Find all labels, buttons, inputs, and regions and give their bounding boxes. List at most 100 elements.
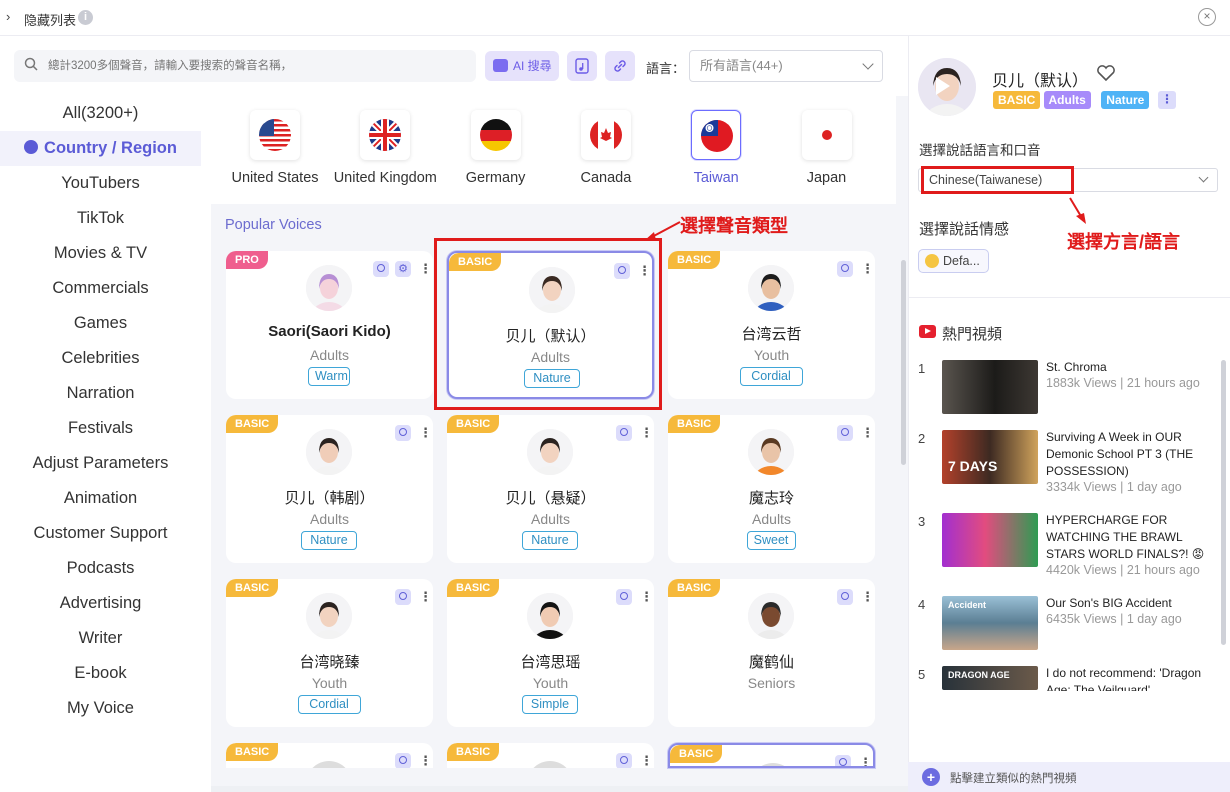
search-icon[interactable] [395,589,411,605]
more-options-icon[interactable]: ⋮ [861,425,874,441]
voice-name: 台湾云哲 [741,326,802,343]
sidebar-item[interactable]: My Voice [0,691,201,726]
create-similar-bar[interactable]: + 點擊建立類似的熱門視頻 [908,762,1230,792]
sidebar-item[interactable]: Games [0,306,201,341]
more-options-icon[interactable]: ⋮ [861,261,874,277]
search-icon[interactable] [616,589,632,605]
sidebar-item[interactable]: TikTok [0,201,201,236]
search-icon[interactable] [837,589,853,605]
sidebar-item-label: Advertising [59,594,142,612]
search-icon[interactable] [395,753,411,768]
voice-name: 魔鹤仙 [748,654,794,671]
main-scrollbar[interactable] [901,260,906,465]
music-file-button[interactable] [567,51,597,81]
more-tags-button[interactable]: ⋮ [1158,91,1176,109]
sidebar-item[interactable]: Celebrities [0,341,201,376]
search-icon[interactable] [616,753,632,768]
voice-name: 台湾思瑶 [520,654,581,671]
plan-badge: PRO [226,251,268,269]
sidebar-item-label: Celebrities [61,349,140,367]
sidebar-item-label: My Voice [67,699,134,717]
video-thumbnail[interactable]: 7 DAYS [942,430,1038,484]
heart-icon[interactable] [1096,64,1116,82]
sidebar-item[interactable]: Movies & TV [0,236,201,271]
voice-card[interactable]: BASIC ⋮ 魔志玲 Adults Sweet [668,415,875,563]
video-title[interactable]: Our Son's BIG Accident [1046,595,1220,612]
video-title[interactable]: Surviving A Week in OUR Demonic School P… [1046,429,1220,480]
video-thumbnail[interactable]: Accident [942,596,1038,650]
voice-card[interactable]: PRO ⚙ ⋮ Saori(Saori Kido) Adults Warm [226,251,433,399]
search-icon [24,57,38,71]
panel-scrollbar[interactable] [1221,360,1226,645]
search-icon[interactable] [373,261,389,277]
country-flag-button[interactable] [250,110,300,160]
sidebar-item[interactable]: Country / Region [0,131,201,166]
video-thumbnail[interactable]: DRAGON AGE [942,666,1038,690]
search-icon[interactable] [835,755,851,766]
info-icon[interactable]: i [78,10,93,25]
country-flag-button[interactable] [801,110,852,160]
more-options-icon[interactable]: ⋮ [640,425,653,441]
language-select[interactable]: 所有語言(44+) [689,50,883,82]
horizontal-scrollbar-track[interactable] [211,786,908,792]
sidebar-item[interactable]: Commercials [0,271,201,306]
voice-card[interactable]: BASIC ⋮ 台湾思瑶 Youth Simple [447,579,654,727]
country-flag-button[interactable] [691,110,742,160]
voice-card[interactable]: BASIC ⋮ 台湾晓臻 Youth Cordial [226,579,433,727]
more-options-icon[interactable]: ⋮ [419,261,432,277]
voice-tag: Nature [1101,91,1150,109]
link-button[interactable] [605,51,635,81]
more-options-icon[interactable]: ⋮ [859,755,872,766]
gear-icon[interactable]: ⚙ [395,261,411,277]
sidebar-item[interactable]: Customer Support [0,516,201,551]
voice-card[interactable]: BASIC ⋮ [226,743,433,768]
sidebar-item[interactable]: Adjust Parameters [0,446,201,481]
search-icon[interactable] [837,425,853,441]
country-flag-button[interactable] [360,110,411,160]
video-title[interactable]: HYPERCHARGE FOR WATCHING THE BRAWL STARS… [1046,512,1220,563]
more-options-icon[interactable]: ⋮ [861,589,874,605]
voice-card[interactable]: BASIC ⋮ [447,743,654,768]
video-thumbnail[interactable] [942,513,1038,567]
video-title[interactable]: St. Chroma [1046,359,1220,376]
canada-flag-icon [589,119,622,151]
voice-card[interactable]: BASIC ⋮ [668,743,875,768]
more-options-icon[interactable]: ⋮ [640,589,653,605]
voice-card[interactable]: BASIC ⋮ 魔鹤仙 Seniors [668,579,875,727]
search-icon[interactable] [837,261,853,277]
voice-card[interactable]: BASIC ⋮ 台湾云哲 Youth Cordial [668,251,875,399]
sidebar-item[interactable]: Festivals [0,411,201,446]
ai-search-button[interactable]: AI 搜尋 [485,51,559,81]
video-thumbnail[interactable] [942,360,1038,414]
more-options-icon[interactable]: ⋮ [640,753,653,768]
chevron-right-icon[interactable]: › [6,9,10,24]
voice-card[interactable]: BASIC ⋮ 贝儿（悬疑） Adults Nature [447,415,654,563]
voice-card[interactable]: BASIC ⋮ 贝儿（韩剧） Adults Nature [226,415,433,563]
more-options-icon[interactable]: ⋮ [419,425,432,441]
sidebar-item[interactable]: All(3200+) [0,96,201,131]
close-icon[interactable]: × [1198,8,1216,26]
sidebar-item[interactable]: Advertising [0,586,201,621]
video-title[interactable]: I do not recommend: 'Dragon Age: The Vei… [1046,665,1220,691]
more-options-icon[interactable]: ⋮ [419,589,432,605]
more-options-icon[interactable]: ⋮ [419,753,432,768]
sidebar-item[interactable]: Animation [0,481,201,516]
country-label: Taiwan [693,170,739,186]
search-icon[interactable] [616,425,632,441]
country-label: Canada [580,170,632,186]
search-input[interactable] [48,50,468,82]
voice-avatar [306,429,352,475]
divider [908,297,1230,298]
sidebar-item[interactable]: YouTubers [0,166,201,201]
country-flag-button[interactable] [580,110,631,160]
sidebar-item[interactable]: E-book [0,656,201,691]
search-icon[interactable] [395,425,411,441]
emotion-button[interactable]: Defa... [918,249,989,273]
sidebar-item[interactable]: Podcasts [0,551,201,586]
play-icon[interactable] [936,77,950,95]
japan-flag-icon [810,119,843,151]
sidebar-item[interactable]: Writer [0,621,201,656]
plan-badge: BASIC [226,579,279,597]
country-flag-button[interactable] [470,110,521,160]
sidebar-item[interactable]: Narration [0,376,201,411]
